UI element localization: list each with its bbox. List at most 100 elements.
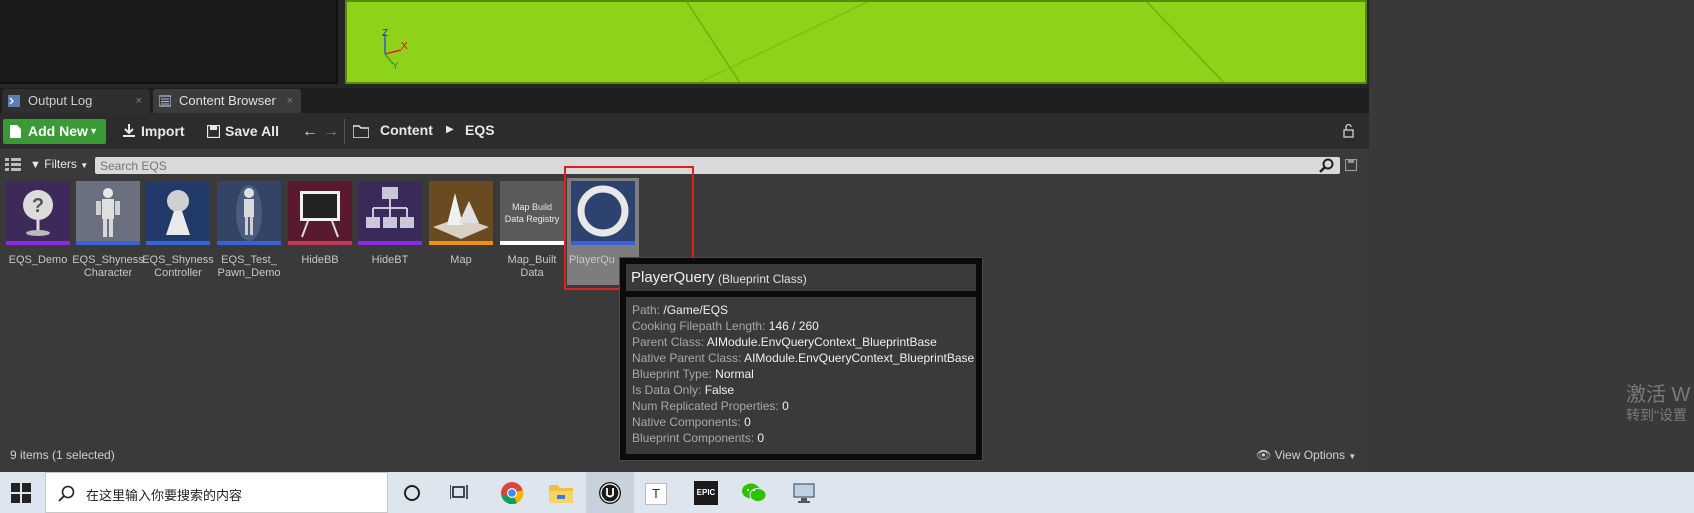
axis-y-label: Y [392,61,399,72]
search-icon[interactable] [1319,158,1334,173]
tooltip-row: Cooking Filepath Length: 146 / 260 [632,319,819,333]
tab-output-log[interactable]: Output Log × [2,89,150,113]
search-input[interactable] [100,157,1300,174]
view-options-button[interactable]: 👁 View Options ▼ [1256,448,1356,462]
asset-type-bar [429,241,493,245]
item-count-status: 9 items (1 selected) [10,448,115,462]
add-new-button[interactable]: Add New ▼ [3,119,106,144]
axis-x-label: X [401,41,408,52]
asset-thumbnail [146,181,210,245]
new-file-icon [10,125,21,138]
asset-thumbnail [217,181,281,245]
asset-type-bar [358,241,422,245]
tab-label: Output Log [28,93,93,108]
blackboard-icon [300,191,340,238]
asset-label: EQS_Shyness Character [72,254,144,279]
taskbar-search-placeholder: 在这里输入你要搜索的内容 [86,488,243,503]
save-icon [207,125,220,138]
cortana-icon[interactable] [403,484,421,502]
activation-watermark-hint: 转到"设置 [1626,407,1687,423]
viewport-scene [686,2,1225,82]
asset-label: EQS_Test_ Pawn_Demo [217,254,281,279]
taskbar-search-box[interactable]: 在这里输入你要搜索的内容 [45,472,388,513]
map-level-icon [433,193,489,239]
asset-type-bar [6,241,70,245]
pawn-mannequin-icon [236,185,262,241]
asset-type-bar [288,241,352,245]
asset-type-bar [146,241,210,245]
question-pin-icon: ? [23,190,53,236]
windows-start-icon[interactable] [11,483,31,503]
tooltip-row: Is Data Only: False [632,383,735,397]
remote-desktop-icon[interactable] [793,483,815,503]
level-viewport[interactable]: Z X Y [345,0,1367,84]
asset-type-bar [500,241,564,245]
asset-type-bar [217,241,281,245]
asset-thumbnail [429,181,493,245]
tooltip-row: Blueprint Type: Normal [632,367,754,381]
search-icon [58,485,75,502]
asset-thumbnail [76,181,140,245]
tooltip-title: PlayerQuery [631,269,715,286]
toolbar-divider [344,119,345,144]
save-search-icon[interactable] [1345,159,1358,172]
svg-text:?: ? [32,195,44,217]
add-new-label: Add New [28,123,88,139]
chrome-icon[interactable] [500,481,524,505]
search-field[interactable] [95,157,1340,174]
lock-icon[interactable] [1343,124,1357,138]
pawn-sphere-icon [166,190,190,235]
save-all-label: Save All [225,123,279,139]
file-explorer-icon[interactable] [549,483,573,503]
import-label: Import [141,123,185,139]
tooltip-body: Path: /Game/EQS Cooking Filepath Length:… [626,297,976,454]
asset-type-bar [76,241,140,245]
asset-thumbnail [358,181,422,245]
wechat-icon[interactable] [741,482,767,504]
unreal-engine-icon [599,482,621,504]
eye-icon: 👁 [1256,448,1272,462]
tab-label: Content Browser [179,93,276,108]
forward-arrow-icon[interactable]: → [323,123,339,141]
axis-z-label: Z [382,28,388,39]
filters-button[interactable]: ▼ Filters ▼ [30,157,88,171]
tab-bar: Output Log × Content Browser × [0,88,1369,113]
task-view-icon[interactable] [450,484,470,502]
asset-label: Map_Built Data [507,254,557,279]
tooltip-subtitle: (Blueprint Class) [718,272,807,286]
activation-watermark-title: 激活 W [1626,384,1691,406]
dropdown-arrow-icon: ▼ [80,161,89,170]
folder-icon [353,125,369,138]
asset-tooltip: PlayerQuery (Blueprint Class) Path: /Gam… [619,257,983,461]
content-browser-icon [159,95,171,107]
asset-label: Map [450,254,472,266]
dropdown-arrow-icon: ▼ [1348,452,1357,461]
asset-label: HideBB [301,254,339,266]
asset-label: HideBT [371,254,409,266]
chevron-right-icon: ▶ [446,124,454,135]
unreal-engine-taskbar-button[interactable] [586,472,634,513]
typora-icon[interactable]: T [645,483,667,505]
import-icon [123,124,135,137]
epic-games-icon[interactable]: EPIC [694,481,718,505]
filters-label: Filters [44,157,77,171]
close-icon[interactable]: × [136,89,142,113]
tab-content-browser[interactable]: Content Browser × [153,89,301,113]
tooltip-header: PlayerQuery (Blueprint Class) [626,264,976,291]
back-arrow-icon[interactable]: ← [302,123,318,141]
asset-thumbnail: ? [6,181,70,245]
dropdown-arrow-icon: ▼ [89,126,98,136]
breadcrumb-eqs[interactable]: EQS [465,122,495,138]
view-options-label: View Options [1274,448,1346,462]
asset-label: EQS_Demo [8,254,68,266]
filter-funnel-icon: ▼ [30,159,41,171]
content-browser-toolbar [0,113,1369,149]
tooltip-row: Native Parent Class: AIModule.EnvQueryCo… [632,351,975,365]
asset-label: EQS_Shyness Controller [142,254,214,279]
sources-toggle-icon[interactable] [5,157,21,172]
tooltip-row: Blueprint Components: 0 [632,431,765,445]
close-icon[interactable]: × [287,89,293,113]
breadcrumb-content[interactable]: Content [380,122,433,138]
character-mannequin-icon [96,188,120,237]
axis-gizmo-icon: Z X Y [382,28,408,72]
